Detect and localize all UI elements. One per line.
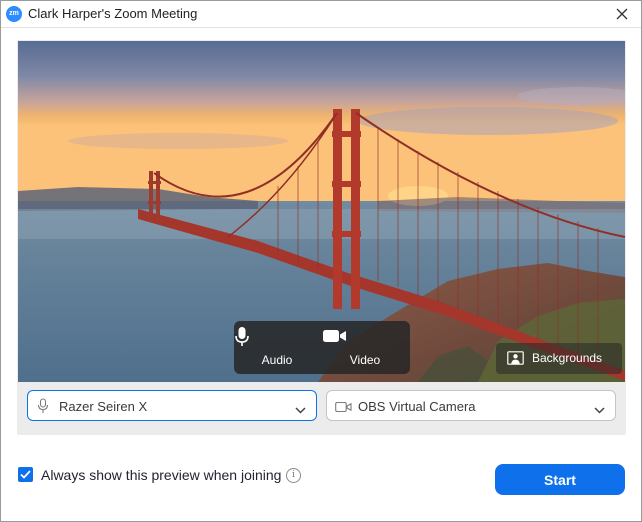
preview-panel: Audio Video Backgrounds Razer Seiren X O… [17, 40, 626, 435]
microphone-icon [37, 398, 49, 413]
chevron-down-icon [594, 407, 605, 414]
content-area: Audio Video Backgrounds Razer Seiren X O… [1, 28, 641, 521]
close-icon [616, 8, 628, 20]
title-bar: zm Clark Harper's Zoom Meeting [1, 1, 641, 28]
video-button[interactable]: Video [322, 321, 408, 374]
video-preview: Audio Video Backgrounds [18, 41, 625, 382]
camera-select-value: OBS Virtual Camera [358, 399, 476, 414]
zoom-preview-window: zm Clark Harper's Zoom Meeting Audio Vid… [0, 0, 642, 522]
start-button[interactable]: Start [495, 464, 625, 495]
audio-label: Audio [261, 353, 293, 367]
audio-button[interactable]: Audio [234, 321, 320, 374]
zoom-logo-icon: zm [6, 6, 22, 22]
video-label: Video [349, 353, 381, 367]
microphone-select-value: Razer Seiren X [59, 399, 148, 414]
video-camera-icon [323, 330, 346, 342]
camera-select[interactable]: OBS Virtual Camera [326, 390, 616, 421]
footer: Always show this preview when joining i … [1, 448, 641, 521]
always-show-preview-checkbox[interactable] [18, 467, 33, 482]
backgrounds-label: Backgrounds [532, 351, 603, 365]
chevron-down-icon [295, 407, 306, 414]
window-title: Clark Harper's Zoom Meeting [28, 6, 198, 21]
always-show-preview-label[interactable]: Always show this preview when joining [41, 467, 281, 483]
video-camera-icon [335, 401, 352, 413]
microphone-icon [235, 327, 249, 346]
backgrounds-button[interactable]: Backgrounds [496, 343, 622, 374]
close-button[interactable] [609, 2, 635, 26]
checkmark-icon [20, 470, 31, 479]
info-icon[interactable]: i [286, 468, 301, 483]
microphone-select[interactable]: Razer Seiren X [27, 390, 317, 421]
audio-video-controls: Audio Video [234, 321, 410, 374]
virtual-background-icon [507, 351, 524, 365]
